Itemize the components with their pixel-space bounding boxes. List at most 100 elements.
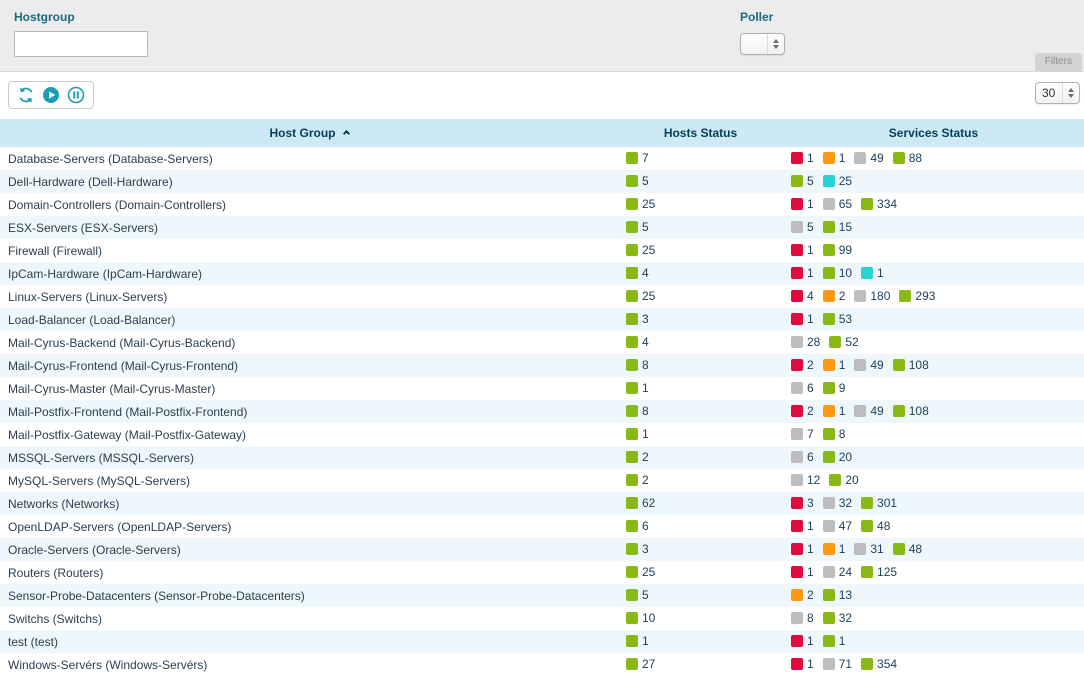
status-badge-ok[interactable]: 2 bbox=[626, 450, 649, 464]
col-header-host-group[interactable]: Host Group bbox=[0, 119, 618, 147]
hostgroup-link[interactable]: Sensor-Probe-Datacenters (Sensor-Probe-D… bbox=[8, 589, 305, 603]
status-badge-ok[interactable]: 5 bbox=[791, 174, 814, 188]
status-badge-critical[interactable]: 1 bbox=[791, 634, 814, 648]
hostgroup-link[interactable]: Mail-Postfix-Gateway (Mail-Postfix-Gatew… bbox=[8, 428, 246, 442]
status-badge-ok[interactable]: 1 bbox=[823, 634, 846, 648]
status-badge-critical[interactable]: 1 bbox=[791, 565, 814, 579]
hostgroup-input[interactable] bbox=[14, 31, 148, 57]
status-badge-ok[interactable]: 6 bbox=[626, 519, 649, 533]
hostgroup-link[interactable]: Windows-Servérs (Windows-Servérs) bbox=[8, 658, 207, 672]
hostgroup-link[interactable]: Networks (Networks) bbox=[8, 497, 119, 511]
hostgroup-link[interactable]: Mail-Postfix-Frontend (Mail-Postfix-Fron… bbox=[8, 405, 247, 419]
status-badge-ok[interactable]: 52 bbox=[829, 335, 858, 349]
status-badge-ok[interactable]: 62 bbox=[626, 496, 655, 510]
play-button[interactable] bbox=[42, 86, 60, 104]
status-badge-warning[interactable]: 2 bbox=[791, 588, 814, 602]
status-badge-ok[interactable]: 10 bbox=[626, 611, 655, 625]
status-badge-ok[interactable]: 48 bbox=[893, 542, 922, 556]
status-badge-critical[interactable]: 1 bbox=[791, 657, 814, 671]
status-badge-ok[interactable]: 3 bbox=[626, 542, 649, 556]
hostgroup-link[interactable]: IpCam-Hardware (IpCam-Hardware) bbox=[8, 267, 202, 281]
hostgroup-link[interactable]: Domain-Controllers (Domain-Controllers) bbox=[8, 198, 226, 212]
status-badge-ok[interactable]: 3 bbox=[626, 312, 649, 326]
hostgroup-link[interactable]: Mail-Cyrus-Frontend (Mail-Cyrus-Frontend… bbox=[8, 359, 238, 373]
status-badge-unknown[interactable]: 32 bbox=[823, 496, 852, 510]
status-badge-unknown[interactable]: 28 bbox=[791, 335, 820, 349]
hostgroup-link[interactable]: Database-Servers (Database-Servers) bbox=[8, 152, 213, 166]
rows-per-page-select[interactable]: 30 bbox=[1035, 82, 1080, 104]
status-badge-unknown[interactable]: 49 bbox=[854, 151, 883, 165]
col-header-hosts-status[interactable]: Hosts Status bbox=[618, 119, 783, 147]
hostgroup-link[interactable]: Oracle-Servers (Oracle-Servers) bbox=[8, 543, 181, 557]
status-badge-ok[interactable]: 1 bbox=[626, 634, 649, 648]
status-badge-ok[interactable]: 4 bbox=[626, 335, 649, 349]
status-badge-warning[interactable]: 2 bbox=[823, 289, 846, 303]
status-badge-ok[interactable]: 25 bbox=[626, 289, 655, 303]
hostgroup-link[interactable]: OpenLDAP-Servers (OpenLDAP-Servers) bbox=[8, 520, 231, 534]
status-badge-ok[interactable]: 301 bbox=[861, 496, 897, 510]
status-badge-critical[interactable]: 1 bbox=[791, 197, 814, 211]
poller-select[interactable] bbox=[740, 33, 785, 55]
status-badge-ok[interactable]: 334 bbox=[861, 197, 897, 211]
status-badge-ok[interactable]: 1 bbox=[626, 381, 649, 395]
status-badge-critical[interactable]: 2 bbox=[791, 358, 814, 372]
status-badge-unknown[interactable]: 180 bbox=[854, 289, 890, 303]
filters-tab-button[interactable]: Filters bbox=[1035, 53, 1082, 71]
status-badge-pending[interactable]: 1 bbox=[861, 266, 884, 280]
status-badge-ok[interactable]: 10 bbox=[823, 266, 852, 280]
status-badge-unknown[interactable]: 65 bbox=[823, 197, 852, 211]
status-badge-warning[interactable]: 1 bbox=[823, 358, 846, 372]
status-badge-ok[interactable]: 8 bbox=[626, 358, 649, 372]
hostgroup-link[interactable]: MSSQL-Servers (MSSQL-Servers) bbox=[8, 451, 194, 465]
status-badge-unknown[interactable]: 47 bbox=[823, 519, 852, 533]
status-badge-critical[interactable]: 3 bbox=[791, 496, 814, 510]
status-badge-unknown[interactable]: 24 bbox=[823, 565, 852, 579]
status-badge-ok[interactable]: 99 bbox=[823, 243, 852, 257]
status-badge-critical[interactable]: 1 bbox=[791, 312, 814, 326]
hostgroup-link[interactable]: Routers (Routers) bbox=[8, 566, 103, 580]
status-badge-ok[interactable]: 125 bbox=[861, 565, 897, 579]
status-badge-ok[interactable]: 13 bbox=[823, 588, 852, 602]
status-badge-unknown[interactable]: 8 bbox=[791, 611, 814, 625]
hostgroup-link[interactable]: MySQL-Servers (MySQL-Servers) bbox=[8, 474, 190, 488]
status-badge-unknown[interactable]: 6 bbox=[791, 450, 814, 464]
status-badge-unknown[interactable]: 49 bbox=[854, 404, 883, 418]
status-badge-ok[interactable]: 48 bbox=[861, 519, 890, 533]
status-badge-ok[interactable]: 15 bbox=[823, 220, 852, 234]
status-badge-warning[interactable]: 1 bbox=[823, 151, 846, 165]
refresh-button[interactable] bbox=[17, 86, 35, 104]
status-badge-ok[interactable]: 25 bbox=[626, 243, 655, 257]
status-badge-critical[interactable]: 1 bbox=[791, 519, 814, 533]
status-badge-warning[interactable]: 1 bbox=[823, 404, 846, 418]
status-badge-ok[interactable]: 32 bbox=[823, 611, 852, 625]
status-badge-ok[interactable]: 7 bbox=[626, 151, 649, 165]
col-header-services-status[interactable]: Services Status bbox=[783, 119, 1084, 147]
status-badge-ok[interactable]: 2 bbox=[626, 473, 649, 487]
status-badge-critical[interactable]: 2 bbox=[791, 404, 814, 418]
status-badge-critical[interactable]: 1 bbox=[791, 243, 814, 257]
status-badge-unknown[interactable]: 6 bbox=[791, 381, 814, 395]
status-badge-ok[interactable]: 25 bbox=[626, 197, 655, 211]
status-badge-unknown[interactable]: 31 bbox=[854, 542, 883, 556]
hostgroup-link[interactable]: Dell-Hardware (Dell-Hardware) bbox=[8, 175, 173, 189]
status-badge-ok[interactable]: 4 bbox=[626, 266, 649, 280]
status-badge-ok[interactable]: 53 bbox=[823, 312, 852, 326]
status-badge-ok[interactable]: 25 bbox=[626, 565, 655, 579]
status-badge-unknown[interactable]: 7 bbox=[791, 427, 814, 441]
status-badge-ok[interactable]: 108 bbox=[893, 358, 929, 372]
status-badge-critical[interactable]: 4 bbox=[791, 289, 814, 303]
status-badge-ok[interactable]: 88 bbox=[893, 151, 922, 165]
status-badge-critical[interactable]: 1 bbox=[791, 542, 814, 556]
hostgroup-link[interactable]: Mail-Cyrus-Backend (Mail-Cyrus-Backend) bbox=[8, 336, 235, 350]
hostgroup-link[interactable]: Mail-Cyrus-Master (Mail-Cyrus-Master) bbox=[8, 382, 215, 396]
pause-button[interactable] bbox=[67, 86, 85, 104]
status-badge-unknown[interactable]: 71 bbox=[823, 657, 852, 671]
status-badge-ok[interactable]: 108 bbox=[893, 404, 929, 418]
status-badge-ok[interactable]: 27 bbox=[626, 657, 655, 671]
status-badge-ok[interactable]: 293 bbox=[899, 289, 935, 303]
hostgroup-link[interactable]: Load-Balancer (Load-Balancer) bbox=[8, 313, 175, 327]
status-badge-unknown[interactable]: 5 bbox=[791, 220, 814, 234]
status-badge-ok[interactable]: 20 bbox=[829, 473, 858, 487]
status-badge-ok[interactable]: 5 bbox=[626, 588, 649, 602]
status-badge-unknown[interactable]: 12 bbox=[791, 473, 820, 487]
